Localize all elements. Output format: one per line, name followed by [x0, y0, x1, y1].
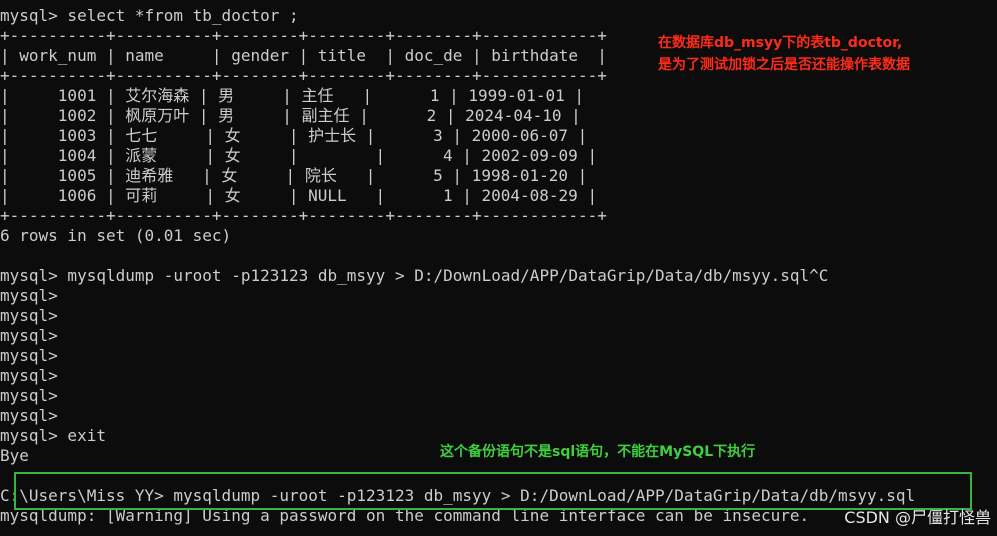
table-border-bottom: +----------+----------+--------+--------… [0, 206, 607, 225]
mysqldump-command-in-mysql: mysql> mysqldump -uroot -p123123 db_msyy… [0, 266, 829, 285]
table-border-top: +----------+----------+--------+--------… [0, 26, 607, 45]
row-count-status: 6 rows in set (0.01 sec) [0, 226, 232, 245]
table-row: | 1004 | 派蒙 | 女 | | 4 | 2002-09-09 | [0, 146, 598, 165]
mysql-prompt: mysql> [0, 406, 58, 425]
table-row: | 1002 | 枫原万叶 | 男 | 副主任 | 2 | 2024-04-10… [0, 106, 581, 125]
table-border-header: +----------+----------+--------+--------… [0, 66, 607, 85]
annotation-green: 这个备份语句不是sql语句，不能在MySQL下执行 [440, 444, 756, 460]
bye-message: Bye [0, 446, 29, 465]
csdn-watermark: CSDN @尸僵打怪兽 [844, 508, 991, 527]
highlight-box [14, 472, 972, 510]
table-header-row: | work_num | name | gender | title | doc… [0, 46, 607, 65]
terminal-line: mysql> select *from tb_doctor ; [0, 6, 299, 25]
mysql-prompt: mysql> [0, 286, 58, 305]
table-row: | 1006 | 可莉 | 女 | NULL | 1 | 2004-08-29 … [0, 186, 598, 205]
table-row: | 1003 | 七七 | 女 | 护士长 | 3 | 2000-06-07 | [0, 126, 588, 145]
mysql-prompt: mysql> [0, 326, 58, 345]
mysql-prompt: mysql> [0, 386, 58, 405]
table-row: | 1001 | 艾尔海森 | 男 | 主任 | 1 | 1999-01-01 … [0, 86, 585, 105]
annotation-red-line2: 是为了测试加锁之后是否还能操作表数据 [658, 57, 910, 73]
mysql-prompt: mysql> [0, 346, 58, 365]
annotation-red-line1: 在数据库db_msyy下的表tb_doctor, [658, 35, 903, 51]
exit-command: mysql> exit [0, 426, 106, 445]
table-row: | 1005 | 迪希雅 | 女 | 院长 | 5 | 1998-01-20 | [0, 166, 588, 185]
mysql-prompt: mysql> [0, 306, 58, 325]
mysql-prompt: mysql> [0, 366, 58, 385]
